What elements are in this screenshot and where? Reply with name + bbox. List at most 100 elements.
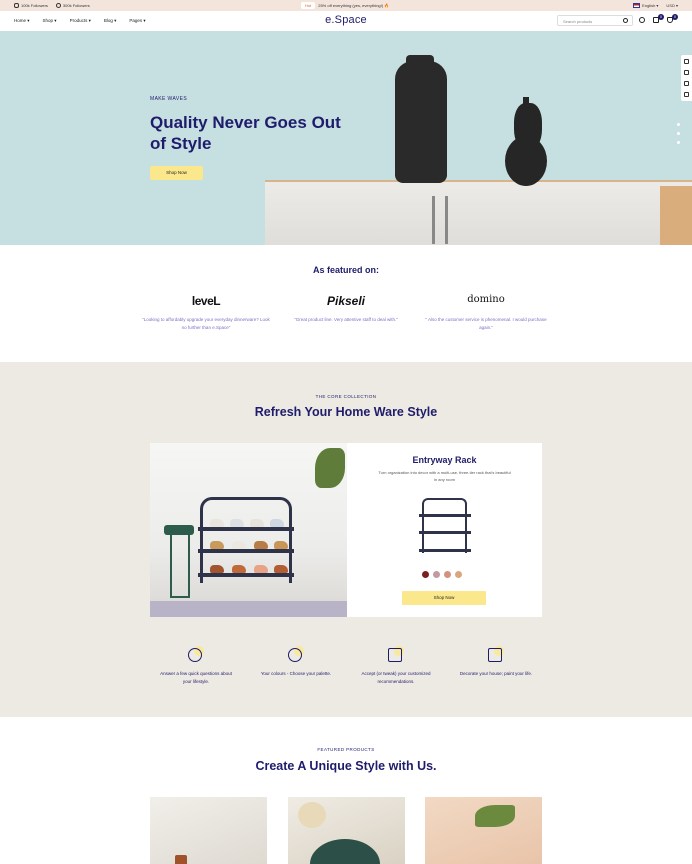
- step-text: Decorate your house; paint your life.: [459, 671, 533, 676]
- step-text: Answer a few quick questions about your …: [160, 671, 232, 684]
- currency-selector[interactable]: USD ▾: [666, 3, 678, 8]
- brand-logo: Pikseli: [326, 294, 366, 308]
- product-description: Turn organization into decor with a mult…: [378, 470, 511, 482]
- black-vase: [395, 61, 447, 183]
- product-panel: Entryway Rack Turn organization into dec…: [347, 443, 542, 617]
- rack-shelf: [198, 527, 294, 531]
- hero-banner: MAKE WAVES Quality Never Goes Out of Sty…: [0, 31, 692, 245]
- shoe: [270, 519, 284, 527]
- shoe: [210, 541, 224, 549]
- rug: [150, 601, 347, 617]
- shoe: [210, 519, 224, 527]
- promo-text: 25% off everything (yes, everything!) 🔥: [318, 3, 390, 8]
- product-shelf: [419, 531, 471, 534]
- house-icon: [486, 644, 506, 664]
- shoe: [232, 541, 246, 549]
- hot-badge: Hot: [301, 2, 316, 9]
- layers-icon[interactable]: [684, 70, 689, 75]
- currency-label: USD: [666, 3, 675, 9]
- hero-title: Quality Never Goes Out of Style: [150, 113, 341, 153]
- core-kicker: THE CORE COLLECTION: [315, 394, 377, 399]
- featured-products-kicker: FEATURED PRODUCTS: [317, 747, 375, 752]
- step-text: Accept (or tweak) your customized recomm…: [361, 671, 431, 684]
- brand-logo: domino: [467, 294, 505, 305]
- facebook-icon: [55, 3, 61, 9]
- account-icon[interactable]: [639, 16, 646, 24]
- color-swatch[interactable]: [455, 571, 462, 578]
- search-placeholder: Search products: [563, 19, 593, 24]
- stool-legs: [170, 533, 190, 598]
- cabinet-handle: [432, 196, 435, 244]
- small-vase: [505, 136, 547, 186]
- brand-quote: "Great product line. Very attentive staf…: [294, 317, 398, 322]
- shoe: [230, 519, 244, 527]
- instagram-icon: [14, 3, 19, 9]
- rack-shelf: [198, 549, 294, 553]
- facebook-followers[interactable]: 300k Followers: [55, 3, 90, 9]
- slider-dot[interactable]: [677, 141, 680, 144]
- slider-pagination: [677, 123, 680, 144]
- step-item: Answer a few quick questions about your …: [156, 644, 236, 686]
- slider-dot[interactable]: [677, 123, 680, 126]
- cup: [298, 802, 326, 828]
- product-card[interactable]: [150, 797, 267, 864]
- core-title: Refresh Your Home Ware Style: [254, 405, 438, 419]
- site-header: Home ▾ Shop ▾ Products ▾ Blog ▾ Pages ▾ …: [0, 11, 692, 31]
- hero-kicker: MAKE WAVES: [150, 96, 188, 102]
- brand-card: leveL "Looking to affordably upgrade you…: [141, 294, 271, 332]
- product-shop-button[interactable]: Shop Now: [402, 591, 486, 605]
- candle: [175, 855, 187, 864]
- language-selector[interactable]: English ▾: [633, 3, 658, 9]
- search-icon[interactable]: [623, 18, 628, 23]
- palette-icon: [286, 644, 306, 664]
- facebook-followers-label: 300k Followers: [62, 3, 90, 8]
- color-swatch[interactable]: [422, 571, 429, 578]
- rack-shelf: [198, 573, 294, 577]
- product-card[interactable]: [425, 797, 542, 864]
- brand-card: domino " Also the customer service is ph…: [421, 294, 551, 332]
- core-collection-section: THE CORE COLLECTION Refresh Your Home Wa…: [0, 362, 692, 717]
- bag-icon[interactable]: [684, 92, 689, 97]
- marble-counter: [265, 182, 692, 245]
- plate: [310, 839, 380, 864]
- step-text: Your colours - Choose your palette.: [260, 671, 332, 676]
- plant: [315, 448, 345, 488]
- brand-card: Pikseli "Great product line. Very attent…: [281, 294, 411, 324]
- step-item: Decorate your house; paint your life.: [456, 644, 536, 678]
- step-item: Your colours - Choose your palette.: [256, 644, 336, 678]
- cart-icon[interactable]: 0: [667, 14, 678, 24]
- product-shelf: [419, 514, 471, 517]
- flag-icon: [633, 3, 641, 9]
- document-icon[interactable]: [684, 81, 689, 86]
- shoe: [250, 519, 264, 527]
- color-swatch[interactable]: [433, 571, 440, 578]
- shoe: [274, 541, 288, 549]
- hero-shop-button[interactable]: Shop Now: [150, 166, 203, 180]
- shoe: [210, 565, 224, 573]
- brand-quote: " Also the customer service is phenomena…: [425, 317, 547, 330]
- product-card[interactable]: [288, 797, 405, 864]
- product-image[interactable]: [422, 498, 467, 553]
- tag-icon[interactable]: [684, 59, 689, 64]
- featured-products-title: Create A Unique Style with Us.: [255, 759, 437, 773]
- instagram-followers[interactable]: 100k Followers: [14, 3, 48, 9]
- wishlist-count: 0: [658, 14, 664, 20]
- featured-title: As featured on:: [312, 265, 379, 275]
- box-icon: [386, 644, 406, 664]
- search-input[interactable]: Search products: [557, 15, 633, 26]
- side-toolbar: [681, 55, 692, 101]
- rack-lifestyle-photo: [150, 443, 347, 617]
- color-swatches: [422, 571, 462, 578]
- brand-logo: leveL: [191, 294, 221, 308]
- color-swatch[interactable]: [444, 571, 451, 578]
- product-shelf: [419, 549, 471, 552]
- language-label: English: [642, 3, 656, 8]
- slider-dot[interactable]: [677, 132, 680, 135]
- shoe: [274, 565, 288, 573]
- wishlist-icon[interactable]: 0: [653, 14, 664, 24]
- cart-count: 0: [672, 14, 678, 20]
- brand-quote: "Looking to affordably upgrade your ever…: [142, 317, 270, 330]
- product-title[interactable]: Entryway Rack: [347, 455, 542, 465]
- cabinet-handle: [445, 196, 448, 244]
- instagram-followers-label: 100k Followers: [21, 3, 48, 8]
